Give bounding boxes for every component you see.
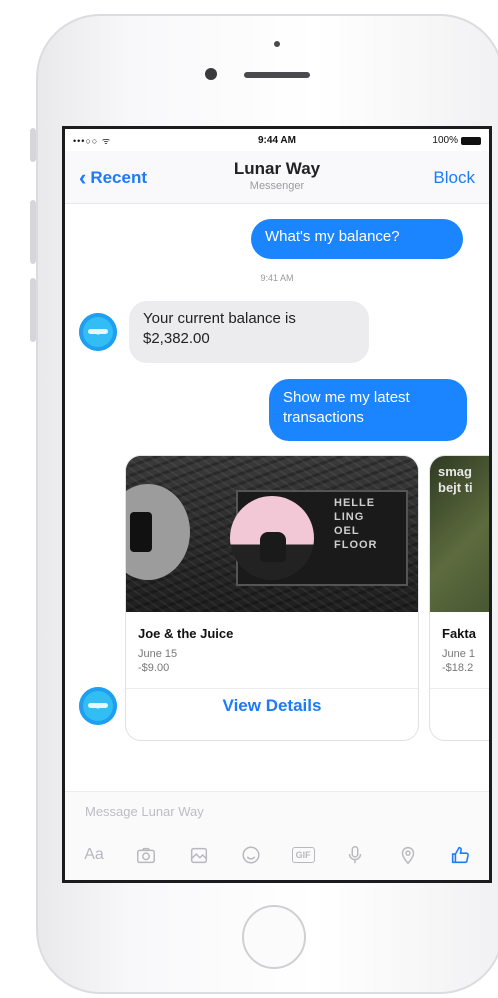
text-aa-icon[interactable]: Aa: [79, 840, 109, 870]
card-divider: [430, 688, 489, 689]
gif-label: GIF: [291, 847, 315, 863]
front-camera: [205, 68, 217, 80]
merchant-name: Fakta: [442, 626, 476, 641]
status-time: 9:44 AM: [258, 135, 296, 146]
card-divider: [126, 688, 418, 689]
logo-figure: [260, 532, 286, 562]
mute-switch: [30, 128, 36, 162]
merchant-photo: smag bejt ti: [430, 456, 489, 612]
battery-icon: [461, 136, 481, 145]
thumbs-up-icon[interactable]: [445, 840, 475, 870]
camera-icon[interactable]: [131, 840, 161, 870]
home-button[interactable]: [242, 905, 306, 969]
view-details-button[interactable]: View Details: [126, 696, 418, 716]
volume-down-button: [30, 278, 36, 342]
message-input[interactable]: Message Lunar Way: [85, 804, 204, 819]
logo-figure: [130, 512, 152, 552]
battery-status: 100%: [432, 135, 481, 146]
phone-screen: •••○○ ᯤ 9:44 AM 100% ‹ Recent Lunar Way …: [62, 126, 492, 883]
conversation-title[interactable]: Lunar Way: [65, 159, 489, 179]
transaction-card[interactable]: smag bejt ti Fakta June 1 -$18.2: [429, 455, 489, 741]
outgoing-message[interactable]: What's my balance?: [251, 219, 463, 259]
merchant-name: Joe & the Juice: [138, 626, 234, 641]
conversation-header: ‹ Recent Lunar Way Messenger Block: [65, 151, 489, 204]
gallery-icon[interactable]: [184, 840, 214, 870]
bot-avatar[interactable]: [79, 313, 117, 351]
proximity-sensor: [274, 41, 280, 47]
conversation-subtitle: Messenger: [249, 180, 305, 192]
aa-label: Aa: [84, 846, 104, 863]
location-icon[interactable]: [393, 840, 423, 870]
earpiece-speaker: [244, 72, 310, 78]
emoji-icon[interactable]: [236, 840, 266, 870]
message-timestamp: 9:41 AM: [260, 273, 294, 283]
battery-percent: 100%: [432, 135, 458, 146]
incoming-message[interactable]: Your current balance is $2,382.00: [129, 301, 369, 363]
transaction-date: June 1: [442, 648, 476, 660]
outgoing-message[interactable]: Show me my latest transactions: [269, 379, 467, 441]
storefront-sign-text: HELLE LING OEL FLOOR: [334, 497, 378, 551]
composer-toolbar: Aa GIF: [79, 840, 475, 870]
microphone-icon[interactable]: [340, 840, 370, 870]
status-bar: •••○○ ᯤ 9:44 AM 100%: [65, 129, 489, 151]
bot-avatar[interactable]: [79, 687, 117, 725]
transaction-amount: -$9.00: [138, 662, 170, 674]
transaction-card[interactable]: HELLE LING OEL FLOOR Joe & the Juice Jun…: [125, 455, 419, 741]
photo-overlay-text: smag bejt ti: [438, 464, 473, 495]
volume-up-button: [30, 200, 36, 264]
transaction-date: June 15: [138, 648, 178, 660]
gif-icon[interactable]: GIF: [288, 840, 318, 870]
merchant-photo: HELLE LING OEL FLOOR: [126, 456, 418, 612]
block-button[interactable]: Block: [433, 168, 475, 188]
message-composer: Message Lunar Way Aa GIF: [65, 791, 489, 880]
transaction-amount: -$18.2: [442, 662, 474, 674]
